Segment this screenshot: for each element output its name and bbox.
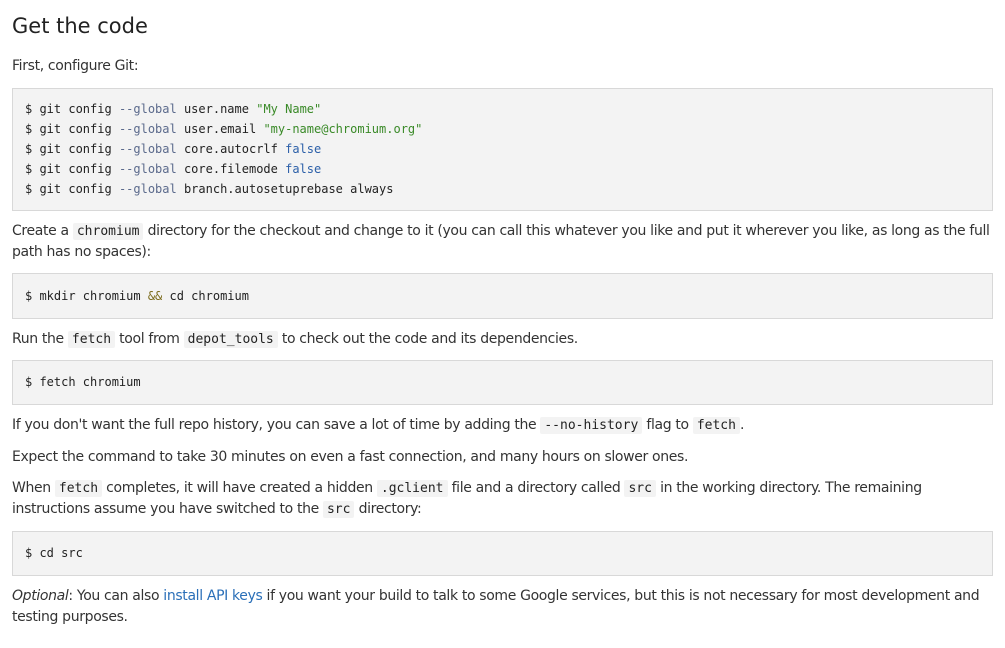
inline-code: --no-history — [540, 417, 643, 434]
git-config-line: $ git config --global branch.autosetupre… — [25, 182, 394, 196]
run-fetch-text: Run the fetch tool from depot_tools to c… — [12, 331, 578, 348]
optional-label: Optional — [12, 588, 69, 604]
page-title: Get the code — [12, 14, 148, 38]
no-history-text: If you don't want the full repo history,… — [12, 417, 745, 434]
install-api-keys-link[interactable]: install API keys — [163, 588, 263, 604]
git-config-line: $ git config --global user.email "my-nam… — [25, 122, 423, 136]
create-directory-text: Create a chromium directory for the chec… — [12, 223, 990, 260]
fetch-code-block[interactable]: $ fetch chromium — [12, 360, 993, 405]
git-config-line: $ git config --global core.autocrlf fals… — [25, 142, 322, 156]
inline-code: src — [624, 480, 656, 497]
intro-text: First, configure Git: — [12, 58, 139, 74]
fetch-completes-text: When fetch completes, it will have creat… — [12, 480, 922, 518]
inline-code: depot_tools — [183, 331, 278, 348]
git-config-line: $ git config --global user.name "My Name… — [25, 102, 322, 116]
inline-code: chromium — [72, 223, 144, 240]
expect-duration-text: Expect the command to take 30 minutes on… — [12, 449, 689, 465]
mkdir-code-block[interactable]: $ mkdir chromium && cd chromium — [12, 273, 993, 319]
page: Get the code First, configure Git: $ git… — [0, 0, 1005, 628]
cd-src-code-block[interactable]: $ cd src — [12, 531, 993, 576]
git-config-code-block[interactable]: $ git config --global user.name "My Name… — [12, 88, 993, 211]
inline-code: fetch — [67, 331, 116, 348]
inline-code: fetch — [54, 480, 103, 497]
git-config-line: $ git config --global core.filemode fals… — [25, 162, 322, 176]
inline-code: fetch — [692, 417, 740, 434]
optional-api-keys-text: Optional: You can also install API keys … — [12, 588, 980, 625]
inline-code: src — [322, 501, 355, 518]
inline-code: .gclient — [376, 480, 448, 497]
